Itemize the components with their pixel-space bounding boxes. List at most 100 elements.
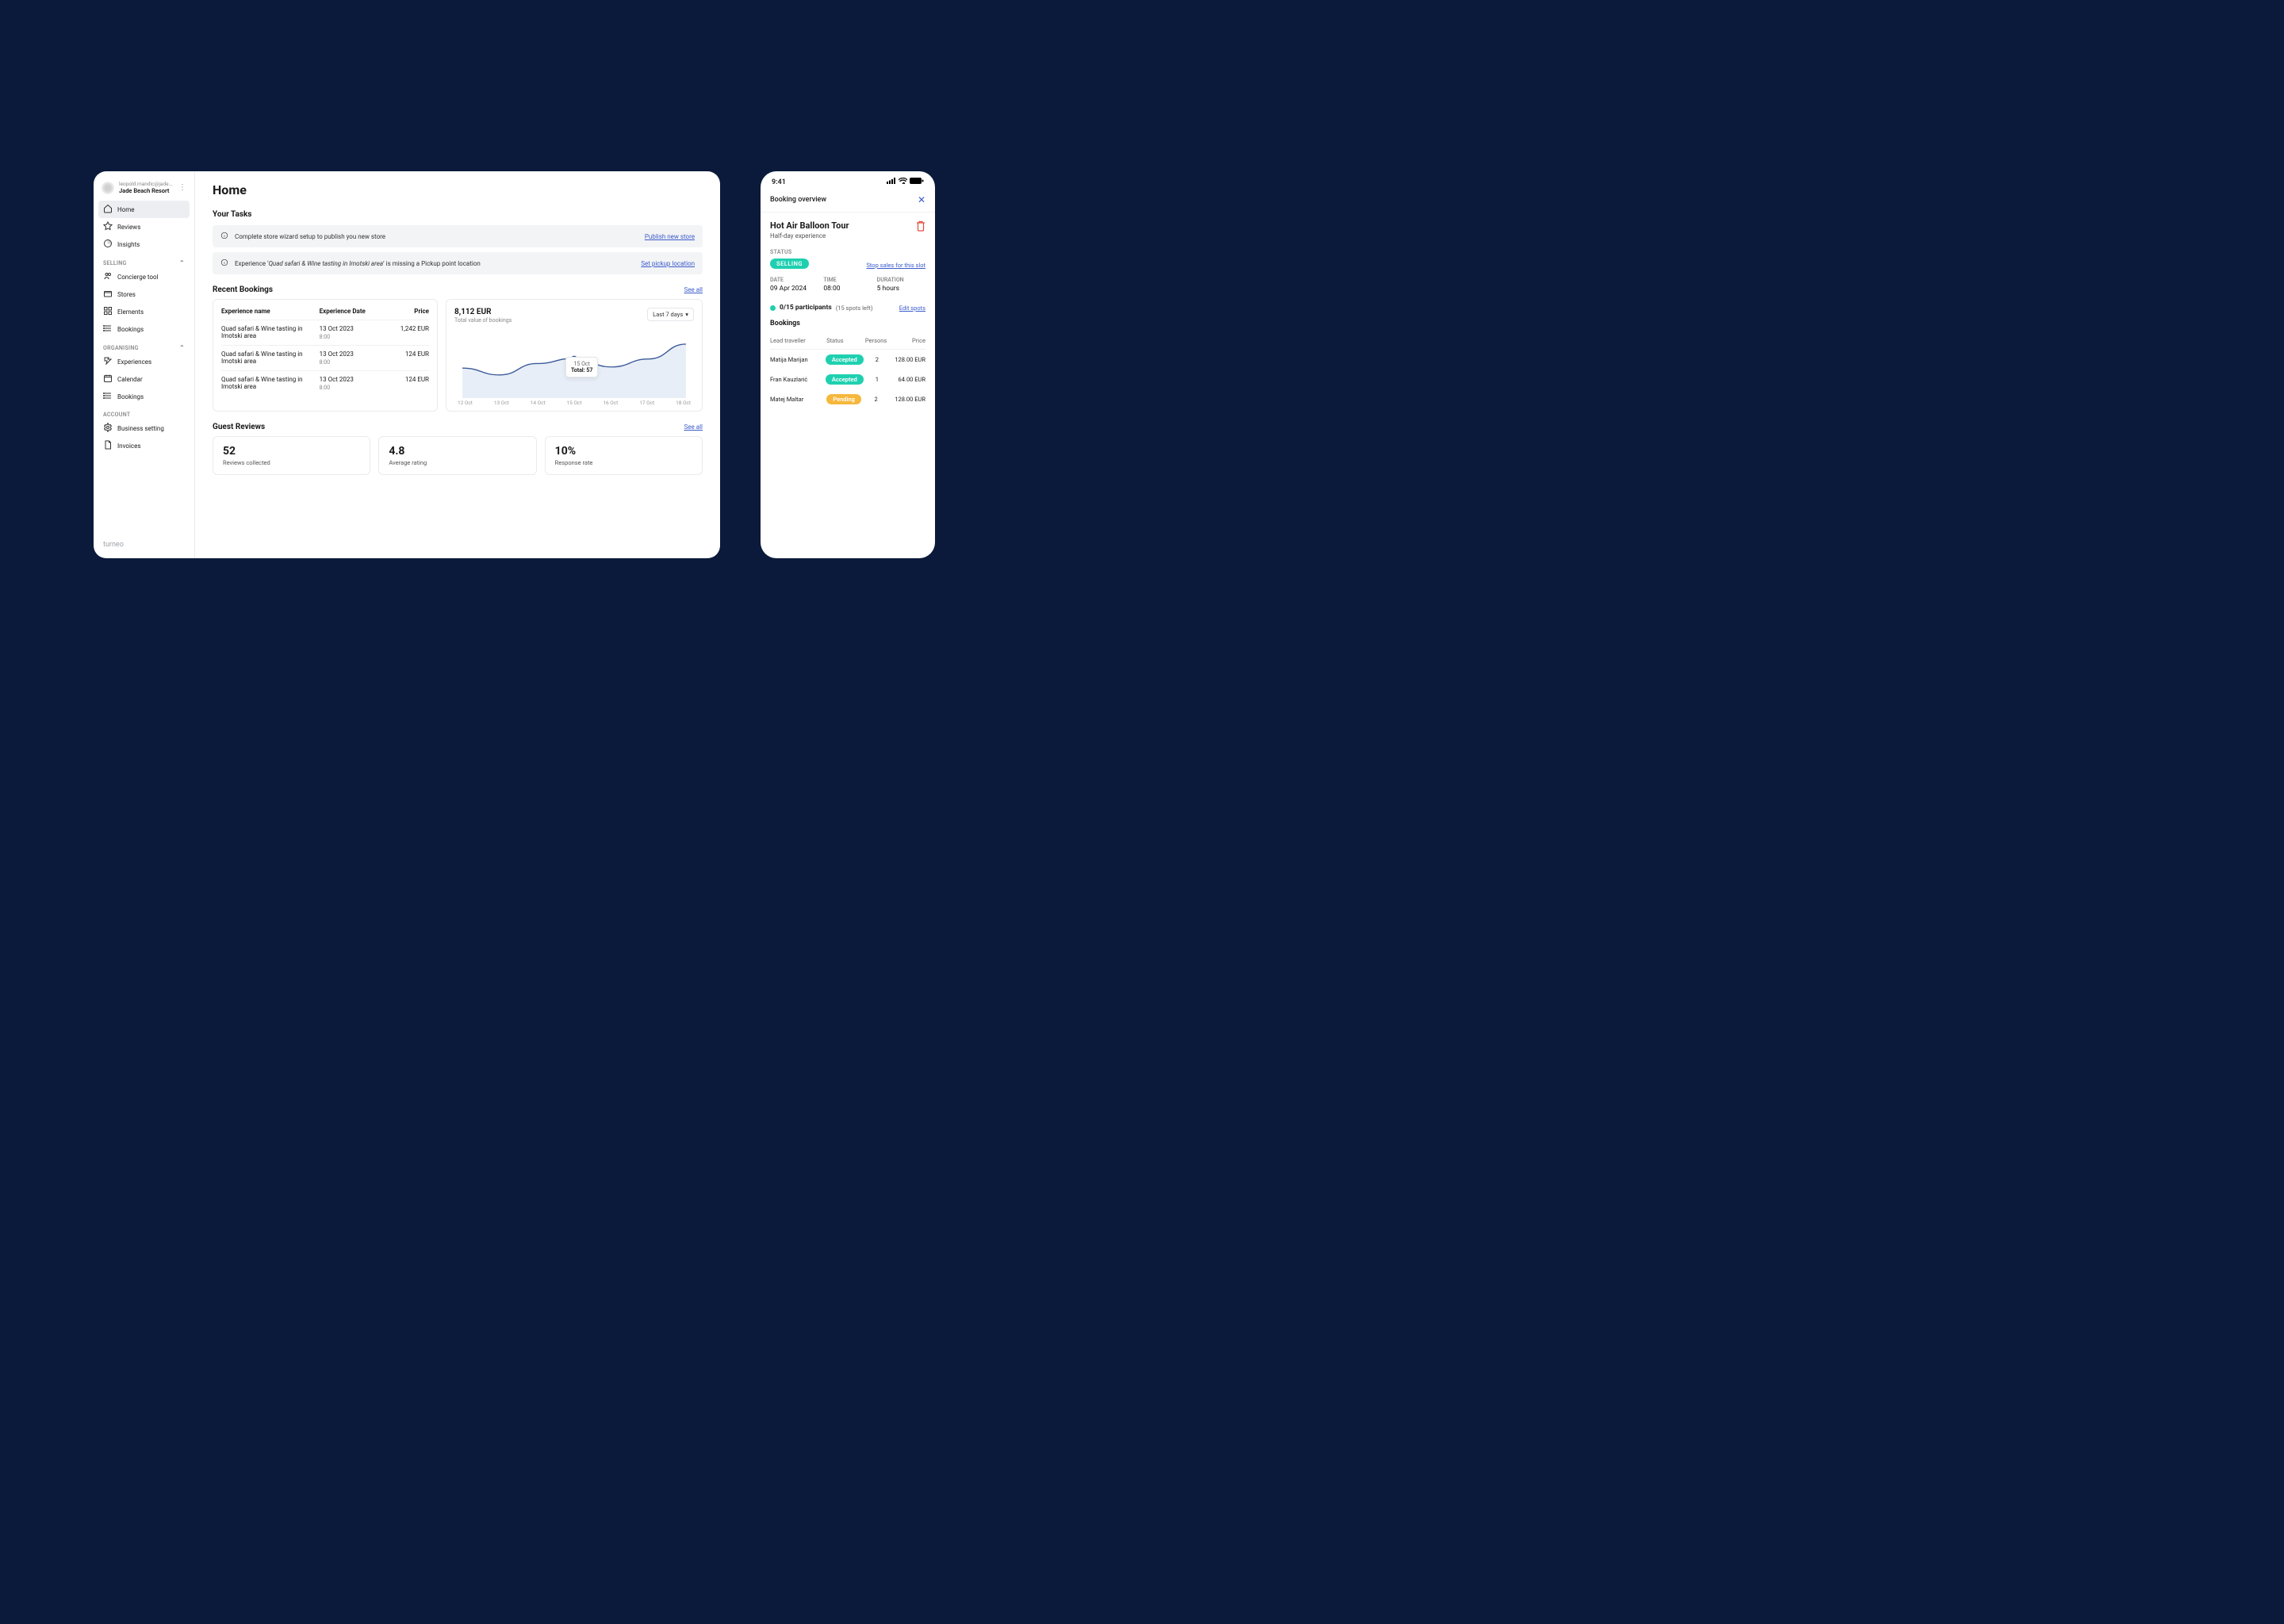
nav-item-calendar[interactable]: Calendar (98, 370, 190, 388)
tooltip-value: Total: 57 (571, 367, 592, 373)
participants-note: (15 spots left) (836, 304, 873, 312)
insights-icon (103, 239, 113, 250)
booking-row[interactable]: Matija Marijan Accepted 2 128.00 EUR (770, 350, 925, 370)
star-icon (103, 221, 113, 232)
main-content: Home Your Tasks Complete store wizard se… (195, 171, 720, 558)
col-persons: Persons (865, 337, 887, 344)
review-card: 10% Response rate (545, 436, 703, 475)
nav-item-bookings[interactable]: Bookings (98, 320, 190, 338)
table-row[interactable]: Quad safari & Wine tasting in Imotski ar… (221, 320, 429, 345)
nav-label: Calendar (117, 376, 143, 383)
participants-main: 0/15 participants (780, 304, 832, 312)
chart-range-dropdown[interactable]: Last 7 days ▾ (647, 308, 694, 321)
wifi-icon (899, 178, 907, 186)
cell-name: Quad safari & Wine tasting in Imotski ar… (221, 350, 315, 366)
cell-price: 128.00 EUR (891, 356, 925, 363)
slot-subtitle: Half-day experience (770, 232, 849, 239)
account-switcher[interactable]: leopold.mandic@jade... Jade Beach Resort… (98, 179, 190, 201)
nav-label: Experiences (117, 358, 151, 366)
x-tick: 15 Oct (567, 400, 582, 406)
mobile-window: 9:41 Booking overview ✕ Hot Air Balloon … (761, 171, 935, 558)
section-label-organising[interactable]: ORGANISING⌃ (98, 338, 190, 353)
account-email: leopold.mandic@jade... (119, 181, 174, 187)
more-icon[interactable]: ⋮ (178, 186, 186, 190)
nav-label: Elements (117, 308, 144, 316)
col-price: Price (890, 337, 925, 344)
cell-date: 13 Oct 20238:00 (320, 325, 378, 340)
avatar (102, 182, 114, 194)
cell-price: 124 EUR (382, 376, 429, 391)
nav-item-concierge-tool[interactable]: Concierge tool (98, 268, 190, 285)
mobile-header-title: Booking overview (770, 196, 826, 204)
status-label: STATUS (770, 249, 925, 255)
cell-traveller: Matej Maltar (770, 396, 823, 403)
stop-sales-link[interactable]: Stop sales for this slot (866, 262, 925, 269)
bookings-icon (103, 391, 113, 402)
nav-item-invoices[interactable]: Invoices (98, 437, 190, 454)
time-label: TIME (823, 277, 872, 283)
cell-price: 64.00 EUR (891, 376, 925, 383)
participants-dot-icon (770, 305, 776, 311)
review-card-label: Reviews collected (223, 459, 360, 466)
reviews-see-all[interactable]: See all (684, 423, 703, 431)
brand-logo: turneo (98, 538, 190, 552)
status-badge: Accepted (826, 354, 864, 365)
nav-item-home[interactable]: Home (98, 201, 190, 218)
col-lead-traveller: Lead traveller (770, 337, 823, 344)
nav-item-reviews[interactable]: Reviews (98, 218, 190, 236)
cell-persons: 2 (865, 396, 887, 403)
reviews-heading: Guest Reviews (213, 423, 265, 431)
nav-label: Business setting (117, 425, 164, 432)
close-icon[interactable]: ✕ (918, 194, 925, 205)
edit-spots-link[interactable]: Edit spots (899, 304, 925, 312)
section-label-account[interactable]: ACCOUNT (98, 405, 190, 419)
info-icon (220, 232, 228, 241)
col-price: Price (382, 308, 429, 315)
col-experience-name: Experience name (221, 308, 315, 315)
nav-item-stores[interactable]: Stores (98, 285, 190, 303)
task-row: Experience ‘Quad safari & Wine tasting i… (213, 252, 703, 274)
nav-item-elements[interactable]: Elements (98, 303, 190, 320)
nav-item-business-setting[interactable]: Business setting (98, 419, 190, 437)
cell-date: 13 Oct 20238:00 (320, 350, 378, 366)
mobile-header: Booking overview ✕ (761, 190, 935, 213)
booking-row[interactable]: Fran Kauzlarić Accepted 1 64.00 EUR (770, 370, 925, 389)
duration-label: DURATION (877, 277, 925, 283)
battery-icon (910, 178, 924, 186)
elements-icon (103, 306, 113, 317)
nav-item-experiences[interactable]: Experiences (98, 353, 190, 370)
date-label: DATE (770, 277, 818, 283)
chevron-down-icon: ▾ (685, 311, 688, 318)
nav-label: Reviews (117, 224, 140, 231)
chart-subtitle: Total value of bookings (454, 317, 512, 324)
task-action-link[interactable]: Publish new store (645, 233, 695, 240)
slot-title: Hot Air Balloon Tour (770, 220, 849, 231)
home-icon (103, 204, 113, 215)
time-value: 08:00 (823, 285, 872, 293)
review-card-label: Average rating (389, 459, 526, 466)
trash-icon[interactable] (916, 220, 925, 234)
table-row[interactable]: Quad safari & Wine tasting in Imotski ar… (221, 345, 429, 370)
section-label-selling[interactable]: SELLING⌃ (98, 253, 190, 268)
cell-status: Pending (826, 394, 862, 404)
calendar-icon (103, 373, 113, 385)
chart-tooltip: 15 Oct Total: 57 (565, 357, 598, 377)
recent-heading: Recent Bookings (213, 285, 273, 294)
cell-price: 1,242 EUR (382, 325, 429, 340)
task-text: Experience ‘Quad safari & Wine tasting i… (235, 260, 481, 267)
cell-name: Quad safari & Wine tasting in Imotski ar… (221, 376, 315, 391)
chevron-up-icon: ⌃ (179, 344, 185, 351)
booking-row[interactable]: Matej Maltar Pending 2 128.00 EUR (770, 389, 925, 409)
task-action-link[interactable]: Set pickup location (641, 260, 695, 267)
table-row[interactable]: Quad safari & Wine tasting in Imotski ar… (221, 370, 429, 396)
signal-icon (887, 178, 896, 186)
status-time: 9:41 (772, 178, 786, 186)
nav-item-insights[interactable]: Insights (98, 236, 190, 253)
chart-x-axis: 12 Oct13 Oct14 Oct15 Oct16 Oct17 Oct18 O… (454, 400, 694, 406)
nav-item-bookings[interactable]: Bookings (98, 388, 190, 405)
tasks-heading: Your Tasks (213, 210, 703, 219)
cell-traveller: Matija Marijan (770, 356, 822, 363)
experiences-icon (103, 356, 113, 367)
col-status: Status (826, 337, 862, 344)
recent-see-all[interactable]: See all (684, 286, 703, 293)
